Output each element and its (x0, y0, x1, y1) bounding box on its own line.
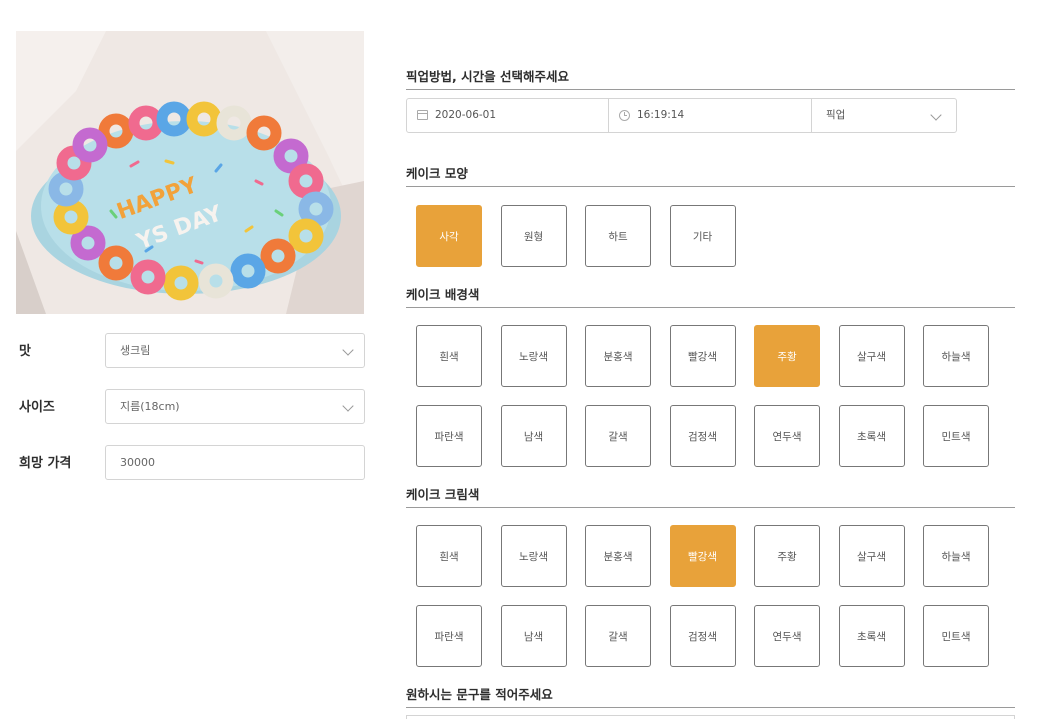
background-option[interactable]: 남색 (500, 405, 567, 467)
cream-option[interactable]: 흰색 (416, 525, 482, 587)
background-option[interactable]: 검정색 (669, 405, 736, 467)
flavor-select[interactable]: 생크림 (105, 333, 365, 368)
pickup-method-value: 픽업 (826, 109, 846, 121)
size-label: 사이즈 (19, 400, 55, 415)
divider (406, 707, 1015, 708)
background-option[interactable]: 노랑색 (500, 325, 567, 387)
pickup-method-select[interactable]: 픽업 (812, 99, 956, 132)
flavor-value: 생크림 (120, 344, 151, 357)
date-picker[interactable]: 2020-06-01 (407, 99, 609, 132)
shape-option[interactable]: 사각 (416, 205, 482, 267)
cream-option[interactable]: 검정색 (669, 605, 736, 667)
background-option[interactable]: 분홍색 (585, 325, 651, 387)
cream-option[interactable]: 하늘색 (923, 525, 989, 587)
size-select[interactable]: 지름(18cm) (105, 389, 365, 424)
time-value: 16:19:14 (637, 109, 685, 121)
flavor-label: 맛 (19, 344, 31, 359)
divider (406, 507, 1015, 508)
background-title: 케이크 배경색 (406, 287, 480, 302)
price-label: 희망 가격 (19, 456, 72, 471)
pickup-title: 픽업방법, 시간을 선택해주세요 (406, 69, 569, 84)
price-value: 30000 (120, 456, 155, 469)
cream-option[interactable]: 민트색 (923, 605, 989, 667)
time-picker[interactable]: 16:19:14 (609, 99, 812, 132)
pickup-bar: 2020-06-01 16:19:14 픽업 (406, 98, 957, 133)
cream-title: 케이크 크림색 (406, 487, 480, 502)
shape-title: 케이크 모양 (406, 166, 468, 181)
cream-option[interactable]: 살구색 (838, 525, 905, 587)
divider (406, 89, 1015, 90)
background-option[interactable]: 살구색 (838, 325, 905, 387)
shape-option[interactable]: 기타 (669, 205, 736, 267)
cake-photo: HAPPY YS DAY (16, 31, 364, 314)
chevron-down-icon (930, 109, 942, 121)
divider (406, 186, 1015, 187)
chevron-down-icon (342, 400, 354, 412)
background-option[interactable]: 갈색 (585, 405, 651, 467)
shape-option[interactable]: 원형 (500, 205, 567, 267)
background-option[interactable]: 파란색 (416, 405, 482, 467)
shape-option[interactable]: 하트 (585, 205, 651, 267)
cream-option[interactable]: 갈색 (585, 605, 651, 667)
divider (406, 307, 1015, 308)
message-title: 원하시는 문구를 적어주세요 (406, 687, 553, 702)
background-option[interactable]: 흰색 (416, 325, 482, 387)
background-option[interactable]: 연두색 (754, 405, 820, 467)
background-option[interactable]: 주황 (754, 325, 820, 387)
cream-option[interactable]: 초록색 (838, 605, 905, 667)
clock-icon (619, 110, 630, 121)
cream-option[interactable]: 빨강색 (669, 525, 736, 587)
cream-option[interactable]: 노랑색 (500, 525, 567, 587)
background-option[interactable]: 초록색 (838, 405, 905, 467)
background-option[interactable]: 하늘색 (923, 325, 989, 387)
size-value: 지름(18cm) (120, 400, 180, 413)
calendar-icon (417, 110, 428, 120)
chevron-down-icon (342, 344, 354, 356)
cream-option[interactable]: 분홍색 (585, 525, 651, 587)
date-value: 2020-06-01 (435, 109, 497, 121)
cream-option[interactable]: 연두색 (754, 605, 820, 667)
cream-option[interactable]: 남색 (500, 605, 567, 667)
cream-option[interactable]: 파란색 (416, 605, 482, 667)
background-option[interactable]: 민트색 (923, 405, 989, 467)
price-input[interactable]: 30000 (105, 445, 365, 480)
background-option[interactable]: 빨강색 (669, 325, 736, 387)
cream-option[interactable]: 주황 (754, 525, 820, 587)
message-input[interactable] (406, 715, 1015, 719)
